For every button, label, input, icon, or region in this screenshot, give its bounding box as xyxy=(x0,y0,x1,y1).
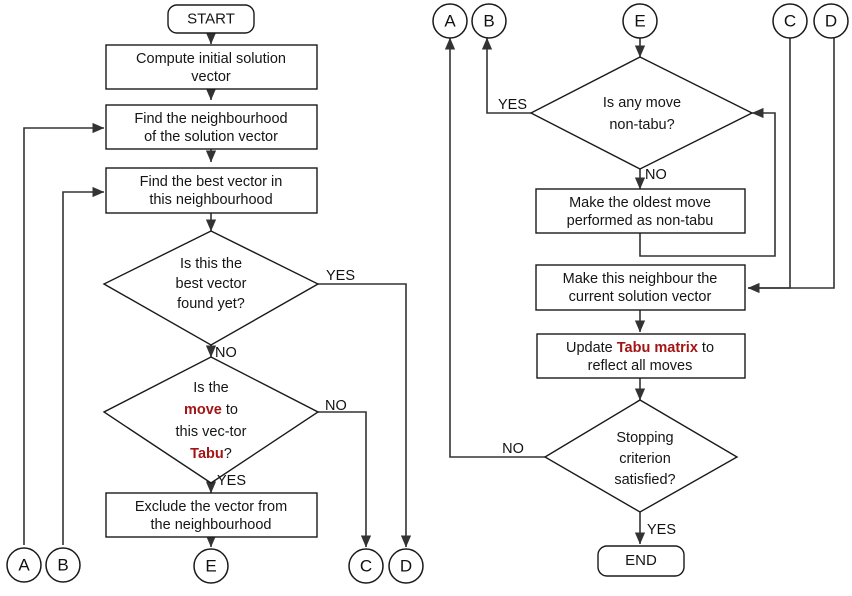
label-tabu-yes: YES xyxy=(217,473,246,489)
node-update-tabu-line1: Update Tabu matrix to xyxy=(566,340,714,356)
connector-b-right-label: B xyxy=(483,11,494,30)
node-make-neighbour-line2: current solution vector xyxy=(569,289,712,305)
node-stopping-line1: Stopping xyxy=(616,430,673,446)
label-best-found-no: NO xyxy=(215,345,237,361)
node-find-neighbourhood-line2: of the solution vector xyxy=(144,129,278,145)
connector-d-left-label: D xyxy=(400,556,412,575)
label-stopping-yes: YES xyxy=(647,522,676,538)
edge-b-to-best xyxy=(62,186,105,545)
node-tabu-line2-rest: to xyxy=(222,402,238,418)
node-tabu-kw-move: move xyxy=(184,402,222,418)
node-oldest-move-line1: Make the oldest move xyxy=(569,195,711,211)
node-update-tabu-pre: Update xyxy=(566,340,617,356)
connector-e-right-label: E xyxy=(634,11,645,30)
connector-a-right-label: A xyxy=(444,11,456,30)
connector-c-right-label: C xyxy=(784,11,796,30)
node-tabu-line4: Tabu? xyxy=(190,446,232,462)
node-tabu-decision[interactable] xyxy=(102,356,320,484)
node-compute-initial-line1: Compute initial solution xyxy=(136,51,286,67)
label-nontabu-yes: YES xyxy=(498,97,527,113)
node-make-neighbour-line1: Make this neighbour the xyxy=(563,271,718,287)
node-find-best-vector-line1: Find the best vector in xyxy=(140,174,283,190)
connector-b-left-label: B xyxy=(57,555,68,574)
label-best-found-yes: YES xyxy=(326,268,355,284)
node-tabu-line4-rest: ? xyxy=(224,446,232,462)
flowchart-canvas: START Compute initial solution vector Fi… xyxy=(0,0,852,596)
label-tabu-no: NO xyxy=(325,398,347,414)
node-exclude-vector-line2: the neighbourhood xyxy=(151,517,272,533)
flowchart-svg: START Compute initial solution vector Fi… xyxy=(6,3,849,584)
node-end-label: END xyxy=(625,552,657,569)
connector-c-left-label: C xyxy=(360,556,372,575)
connector-e-left-label: E xyxy=(205,556,216,575)
node-tabu-line2: move to xyxy=(184,402,238,418)
node-exclude-vector-line1: Exclude the vector from xyxy=(135,499,287,515)
node-non-tabu-decision[interactable] xyxy=(529,56,754,170)
edge-bestfound-yes-to-d xyxy=(318,283,412,548)
node-compute-initial-line2: vector xyxy=(191,69,231,85)
node-non-tabu-line1: Is any move xyxy=(603,95,681,111)
node-tabu-kw-tabu: Tabu xyxy=(190,446,224,462)
node-tabu-line1: Is the xyxy=(193,380,228,396)
connector-a-left-label: A xyxy=(18,555,30,574)
label-stopping-no: NO xyxy=(502,441,524,457)
node-find-best-vector-line2: this neighbourhood xyxy=(149,192,272,208)
node-update-tabu-line2: reflect all moves xyxy=(588,358,693,374)
node-non-tabu-line2: non-tabu? xyxy=(609,117,674,133)
node-find-neighbourhood-line1: Find the neighbourhood xyxy=(134,111,287,127)
node-update-tabu-kw: Tabu matrix xyxy=(617,340,698,356)
node-update-tabu-post: to xyxy=(698,340,714,356)
edge-tabu-no-to-c xyxy=(318,411,372,548)
node-start-label: START xyxy=(187,10,235,27)
node-stopping-line2: criterion xyxy=(619,451,671,467)
edge-a-to-neighbourhood xyxy=(23,122,105,545)
node-best-found-line3: found yet? xyxy=(177,296,245,312)
node-stopping-line3: satisfied? xyxy=(614,472,675,488)
edge-d-to-makeneighbour xyxy=(748,38,835,289)
node-best-found-line1: Is this the xyxy=(180,256,242,272)
connector-d-right-label: D xyxy=(825,11,837,30)
node-best-found-line2: best vector xyxy=(176,276,247,292)
label-nontabu-no: NO xyxy=(645,167,667,183)
node-tabu-line3: this vec-tor xyxy=(176,424,247,440)
node-oldest-move-line2: performed as non-tabu xyxy=(567,213,714,229)
edge-c-to-makeneighbour xyxy=(747,38,791,294)
